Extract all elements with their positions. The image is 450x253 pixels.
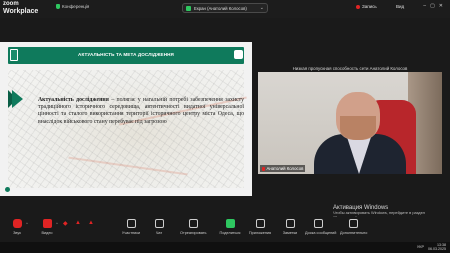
window-controls[interactable]: –▢✕	[423, 3, 447, 9]
whiteboard-icon	[313, 219, 323, 228]
chat-icon	[154, 219, 164, 228]
muted-mic-icon	[262, 166, 265, 171]
conference-label: Конференція	[62, 4, 90, 9]
view-label: Вид	[396, 4, 405, 9]
participant-name: Анатолий Колосов	[266, 166, 304, 171]
bandwidth-notice: Низкая пропускная способность сети Анато…	[292, 66, 408, 71]
mic-muted-icon	[12, 219, 22, 228]
record-indicator[interactable]: Запись	[356, 4, 377, 9]
map-road	[68, 156, 188, 176]
share-label: Поделиться	[219, 231, 241, 235]
apps-label: Приложения	[248, 231, 272, 235]
apps-icon	[255, 219, 265, 228]
react-button[interactable]: Отреагировать	[180, 217, 206, 241]
record-dot-icon	[356, 4, 360, 9]
audio-options-caret-icon[interactable]: ^	[26, 221, 28, 226]
share-screen-icon	[225, 219, 235, 228]
whiteboard-button[interactable]: Доска сообщений	[305, 217, 337, 241]
close-icon[interactable]: ✕	[439, 3, 447, 9]
pdf-app-icon[interactable]: ▲	[88, 220, 94, 226]
participant-beard	[340, 116, 376, 140]
participant-video[interactable]: Анатолий Колосов	[258, 72, 442, 174]
arrow-marker-icon	[12, 90, 23, 108]
conference-menu[interactable]: Конференція	[56, 4, 89, 9]
participants-button[interactable]: Участники	[118, 217, 144, 241]
university-emblem-icon	[10, 49, 18, 61]
logo-line-2: Workplace	[3, 8, 39, 15]
react-icon	[188, 219, 198, 228]
view-button[interactable]: Вид	[396, 4, 404, 9]
notes-icon	[285, 219, 295, 228]
participants-label: Участники	[121, 231, 141, 235]
audio-label: Звук	[13, 231, 21, 235]
notes-label: Заметки	[282, 231, 298, 235]
maximize-icon[interactable]: ▢	[430, 3, 439, 9]
shield-icon	[56, 4, 60, 9]
screen-share-indicator[interactable]: Екран (Анатолий Колосов) ⌄	[182, 3, 268, 13]
slide-title: АКТУАЛЬНІСТЬ ТА МЕТА ДОСЛІДЖЕННЯ	[78, 52, 174, 57]
more-label: Дополнительно	[340, 231, 368, 235]
video-options-caret-icon[interactable]: ^	[56, 221, 58, 226]
video-label: Видео	[41, 231, 53, 235]
system-clock[interactable]: 13:38 06.03.2025	[428, 243, 446, 251]
logo-line-1: zoom	[3, 1, 19, 7]
zoom-window: zoom Workplace Конференція Екран (Анатол…	[0, 0, 450, 253]
slide-body-text: Актуальність дослідження – полягає у наг…	[38, 97, 244, 126]
chevron-down-icon: ⌄	[259, 5, 264, 11]
screen-share-icon	[186, 5, 191, 11]
participant-name-tag: Анатолий Колосов	[260, 165, 306, 172]
clock-date: 06.03.2025	[428, 247, 446, 252]
record-label: Запись	[362, 4, 377, 9]
more-button[interactable]: Дополнительно	[340, 217, 368, 241]
slide-body-bold: Актуальність дослідження	[38, 97, 109, 103]
city-emblem-icon	[234, 50, 243, 59]
shared-screen: АКТУАЛЬНІСТЬ ТА МЕТА ДОСЛІДЖЕННЯ Актуаль…	[0, 42, 252, 196]
apps-button[interactable]: Приложения	[247, 217, 273, 241]
share-button[interactable]: Поделиться	[217, 217, 243, 241]
slide-corner-icon	[5, 187, 10, 192]
city-map-background	[8, 70, 247, 188]
notes-button[interactable]: Заметки	[277, 217, 303, 241]
language-indicator[interactable]: УКР	[417, 245, 424, 249]
more-icon	[348, 219, 358, 228]
whiteboard-label: Доска сообщений	[305, 231, 337, 235]
video-off-icon	[42, 219, 52, 228]
pdf-app-icon[interactable]: ▲	[75, 220, 81, 226]
top-bar: zoom Workplace Конференція Екран (Анатол…	[0, 0, 450, 18]
slide-header: АКТУАЛЬНІСТЬ ТА МЕТА ДОСЛІДЖЕННЯ	[8, 47, 244, 64]
system-taskbar: УКР 13:38 06.03.2025	[0, 242, 450, 253]
participants-icon	[126, 219, 136, 228]
app-logo: zoom Workplace	[3, 1, 38, 15]
chat-label: Чат	[155, 231, 163, 235]
chat-button[interactable]: Чат	[146, 217, 172, 241]
screen-share-label: Екран (Анатолий Колосов)	[194, 5, 247, 11]
react-label: Отреагировать	[180, 231, 207, 235]
shortcut-icon[interactable]: ◆	[63, 220, 68, 227]
